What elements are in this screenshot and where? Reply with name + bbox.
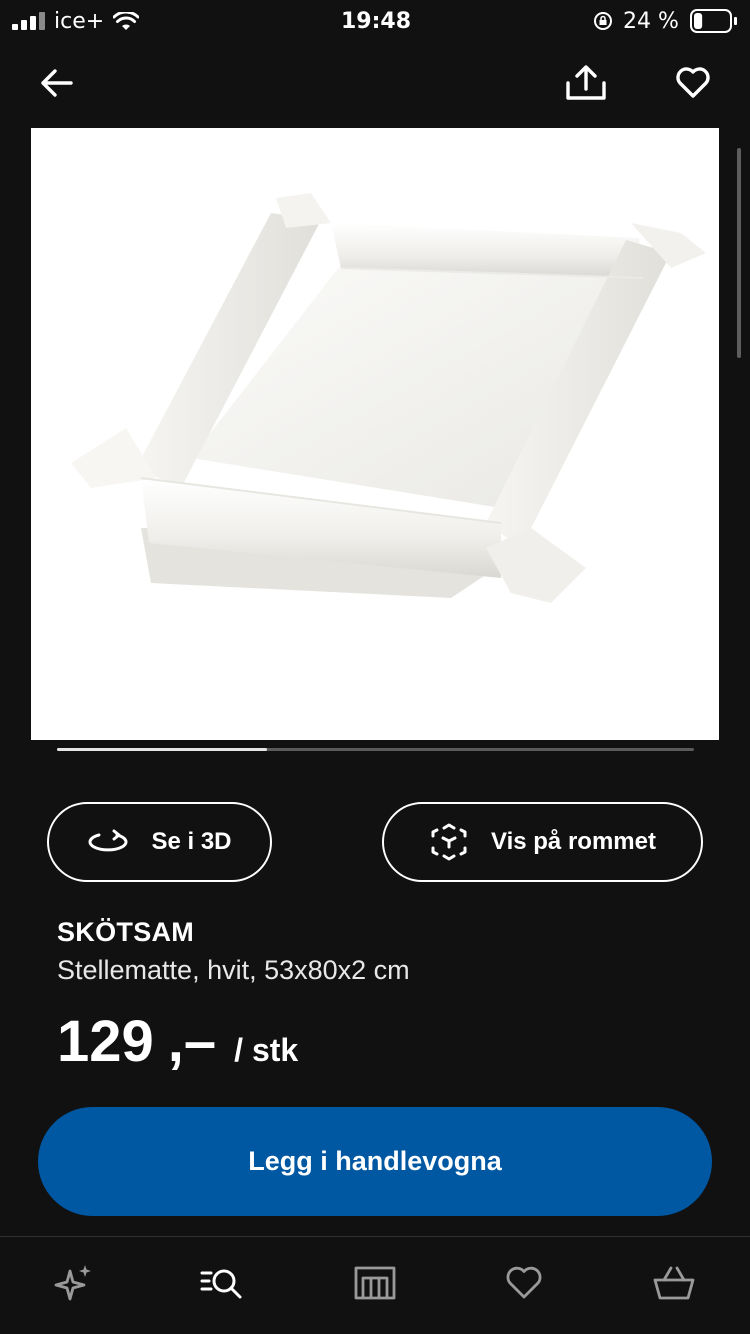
battery-percent: 24 % [623, 9, 679, 34]
add-to-cart-label: Legg i handlevogna [248, 1146, 502, 1176]
clock-label: 19:48 [341, 9, 412, 34]
wifi-icon [113, 12, 139, 30]
store-icon [354, 1266, 396, 1300]
tab-inspiration[interactable] [34, 1248, 114, 1318]
rotation-lock-icon [594, 12, 612, 30]
battery-icon [690, 9, 737, 33]
carousel-progress [57, 748, 268, 751]
search-list-icon [200, 1269, 242, 1299]
price-unit: / stk [234, 1032, 299, 1068]
view-in-room-label: Vis på rommet [491, 828, 656, 855]
image-carousel-indicator[interactable] [57, 748, 694, 751]
changing-mat-illustration [71, 193, 706, 603]
price: 129 ,– / stk [57, 1008, 298, 1075]
arrow-left-icon [41, 69, 73, 97]
tab-stores[interactable] [335, 1248, 415, 1318]
tab-favorites[interactable] [484, 1248, 564, 1318]
back-button[interactable] [30, 57, 82, 109]
share-icon [566, 65, 606, 100]
carrier-label: ice+ [54, 9, 105, 34]
product-description: Stellematte, hvit, 53x80x2 cm [57, 955, 410, 985]
heart-icon [506, 1266, 542, 1299]
product-name: SKÖTSAM [57, 917, 195, 947]
share-button[interactable] [560, 57, 612, 109]
signal-icon [12, 12, 48, 30]
favorite-button[interactable] [667, 57, 719, 109]
add-to-cart-button[interactable]: Legg i handlevogna [38, 1107, 712, 1216]
view-3d-button[interactable]: Se i 3D [47, 802, 272, 882]
heart-outline-icon [676, 67, 710, 98]
price-decimal: ,– [167, 1009, 217, 1074]
tab-cart[interactable] [634, 1248, 714, 1318]
basket-icon [653, 1266, 695, 1300]
rotate-3d-icon [89, 829, 128, 852]
status-bar: ice+ 19:48 24 % [0, 0, 750, 44]
tab-search[interactable] [183, 1248, 263, 1318]
tab-bar-divider [0, 1236, 750, 1237]
sparkle-icon [54, 1265, 91, 1301]
page-scrollbar [737, 148, 741, 358]
view-in-room-button[interactable]: Vis på rommet [382, 802, 703, 882]
view-3d-label: Se i 3D [151, 828, 232, 855]
price-integer: 129 [57, 1009, 154, 1074]
ar-cube-icon [431, 823, 467, 861]
product-image[interactable] [31, 128, 719, 740]
